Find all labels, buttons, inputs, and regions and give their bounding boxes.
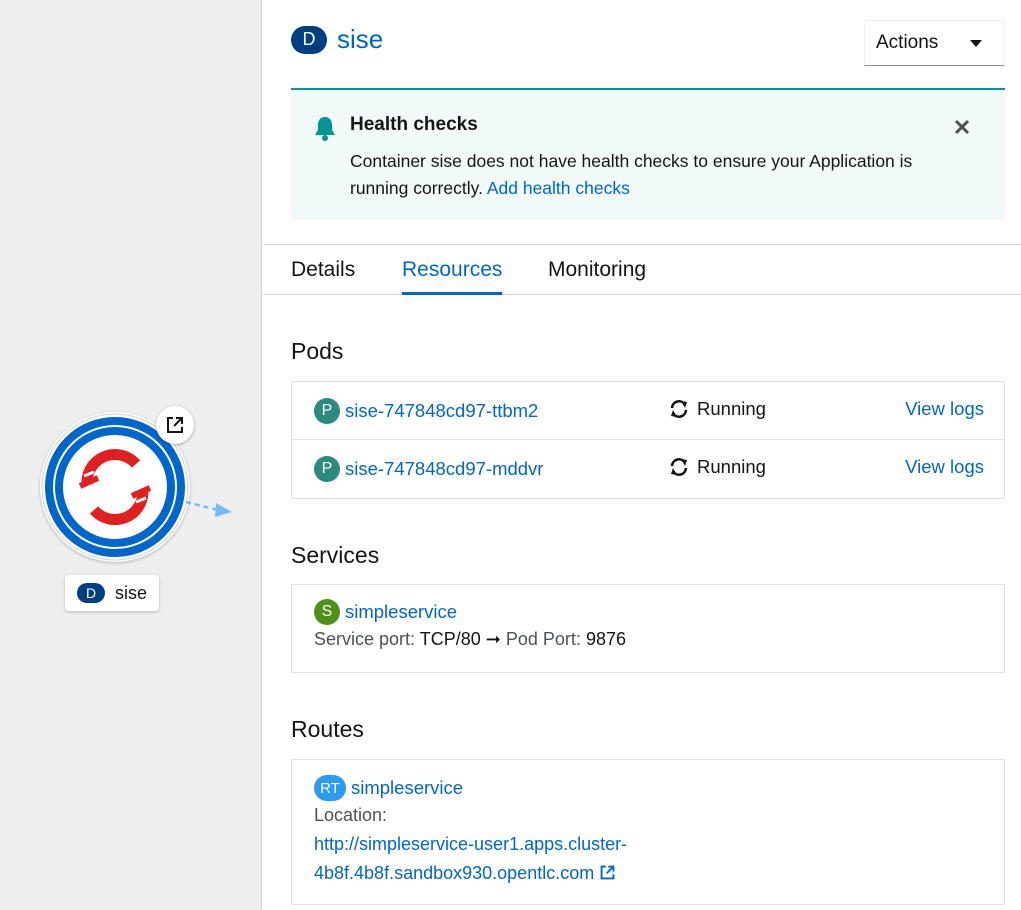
services-list: S simpleservice Service port: TCP/80 ➞ P… bbox=[291, 584, 1005, 673]
view-logs-link[interactable]: View logs bbox=[905, 398, 984, 420]
pod-status: Running bbox=[697, 456, 766, 477]
route-name-link[interactable]: simpleservice bbox=[351, 777, 463, 799]
topology-canvas[interactable]: D sise bbox=[0, 0, 262, 910]
tab-details[interactable]: Details bbox=[291, 245, 355, 295]
pod-status: Running bbox=[697, 398, 766, 419]
view-logs-link[interactable]: View logs bbox=[905, 456, 984, 478]
actions-dropdown[interactable]: Actions bbox=[864, 20, 1005, 66]
service-name-link[interactable]: simpleservice bbox=[345, 601, 457, 623]
add-health-checks-link[interactable]: Add health checks bbox=[487, 178, 630, 198]
arrow-right-icon: ➞ bbox=[485, 629, 501, 649]
pod-name-link[interactable]: sise-747848cd97-mddvr bbox=[345, 458, 543, 480]
node-name: sise bbox=[115, 582, 148, 603]
tab-monitoring[interactable]: Monitoring bbox=[548, 245, 646, 295]
actions-label: Actions bbox=[876, 32, 939, 53]
bell-icon bbox=[315, 117, 335, 141]
pod-row: P sise-747848cd97-mddvr Running View log… bbox=[292, 440, 1004, 498]
pod-port-value: 9876 bbox=[585, 629, 626, 649]
alert-title: Health checks bbox=[350, 114, 478, 135]
route-location-label: Location: bbox=[314, 805, 388, 825]
alert-body: Container sise does not have health chec… bbox=[350, 148, 960, 202]
resource-title-link[interactable]: sise bbox=[337, 24, 383, 55]
connector-edge[interactable] bbox=[186, 496, 236, 520]
route-badge: RT bbox=[314, 775, 346, 801]
close-icon[interactable] bbox=[951, 116, 973, 138]
routes-heading: Routes bbox=[291, 716, 364, 742]
pod-name-link[interactable]: sise-747848cd97-ttbm2 bbox=[345, 400, 538, 422]
side-panel: D sise Actions Health checks Container s… bbox=[263, 0, 1021, 910]
deployment-badge: D bbox=[291, 25, 327, 54]
pods-list: P sise-747848cd97-ttbm2 Running View log… bbox=[291, 381, 1005, 499]
panel-header: D sise bbox=[291, 24, 383, 55]
alert-message: Container sise does not have health chec… bbox=[350, 151, 913, 198]
route-url-link[interactable]: http://simpleservice-user1.apps.cluster-… bbox=[314, 830, 982, 888]
pod-port-label: Pod Port: bbox=[505, 629, 581, 649]
routes-list: RT simpleservice Location: http://simple… bbox=[291, 759, 1005, 905]
route-item: RT simpleservice bbox=[314, 775, 982, 801]
pod-row: P sise-747848cd97-ttbm2 Running View log… bbox=[292, 382, 1004, 440]
service-port-value: TCP/80 bbox=[419, 629, 481, 649]
route-url-line1: http://simpleservice-user1.apps.cluster- bbox=[314, 834, 628, 854]
services-heading: Services bbox=[291, 542, 380, 568]
tab-bar: Details Resources Monitoring bbox=[263, 244, 1021, 295]
sync-icon bbox=[670, 400, 688, 418]
open-url-button[interactable] bbox=[156, 406, 194, 444]
service-item: S simpleservice bbox=[314, 599, 982, 625]
external-link-icon bbox=[600, 865, 615, 880]
service-port-info: Service port: TCP/80 ➞ Pod Port: 9876 bbox=[314, 625, 982, 654]
deployment-badge: D bbox=[77, 583, 105, 603]
route-url-line2: 4b8f.4b8f.sandbox930.opentlc.com bbox=[314, 863, 595, 883]
service-port-label: Service port: bbox=[314, 629, 416, 649]
service-badge: S bbox=[314, 599, 340, 625]
caret-down-icon bbox=[970, 39, 982, 47]
sync-icon bbox=[670, 458, 688, 476]
health-checks-alert: Health checks Container sise does not ha… bbox=[291, 88, 1005, 220]
node-label[interactable]: D sise bbox=[65, 575, 160, 611]
pod-badge: P bbox=[314, 398, 340, 424]
pods-heading: Pods bbox=[291, 338, 344, 364]
pod-badge: P bbox=[314, 456, 340, 482]
tab-resources[interactable]: Resources bbox=[402, 245, 503, 295]
external-link-icon bbox=[167, 417, 183, 433]
